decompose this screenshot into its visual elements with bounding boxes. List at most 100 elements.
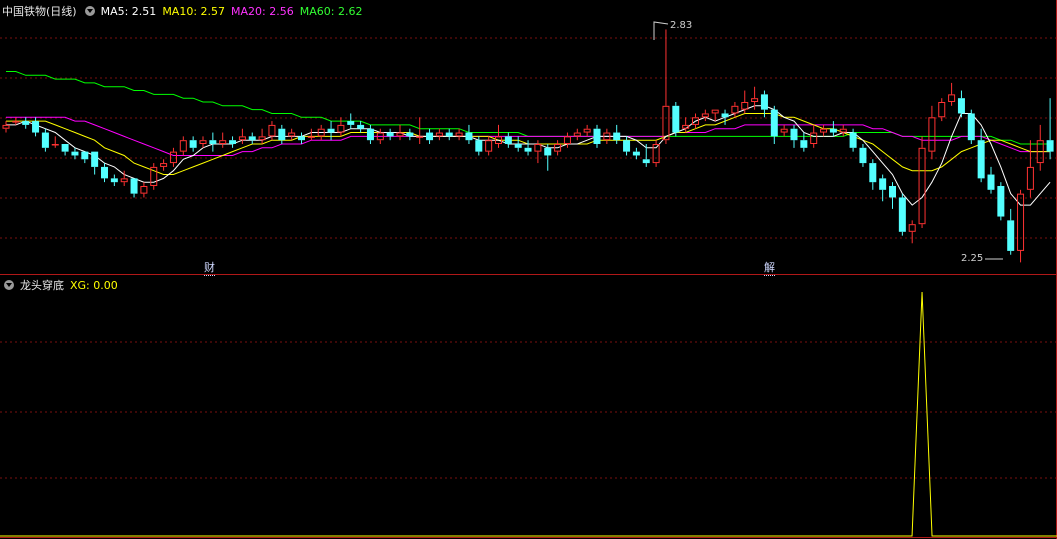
candle-body xyxy=(544,147,552,156)
candle-body xyxy=(829,128,837,133)
candle-body xyxy=(169,151,177,164)
candle-body xyxy=(790,128,798,141)
candle-body xyxy=(238,136,246,141)
low-price-label: 2.25 xyxy=(961,253,984,264)
candle-body xyxy=(869,163,877,183)
indicator-legend: 龙头穿底 XG: 0.00 xyxy=(2,277,124,293)
finance-event-marker[interactable]: 财 xyxy=(204,259,215,276)
candle-body xyxy=(593,128,601,144)
candle-body xyxy=(278,128,286,141)
candle-body xyxy=(140,186,148,194)
candle-body xyxy=(1046,140,1054,152)
candle-body xyxy=(248,136,256,141)
candle-body xyxy=(839,128,847,133)
candle-body xyxy=(91,151,99,167)
candle-body xyxy=(219,140,227,145)
candle-body xyxy=(672,105,680,133)
candle-body xyxy=(859,147,867,164)
candle-body xyxy=(337,124,345,133)
candle-body xyxy=(120,178,128,183)
candle-body xyxy=(357,124,365,129)
dropdown-icon[interactable] xyxy=(4,280,14,290)
candle-body xyxy=(967,113,975,141)
candle-body xyxy=(465,132,473,141)
candle-body xyxy=(61,144,69,152)
candle-body xyxy=(288,132,296,137)
candle-body xyxy=(770,109,778,137)
candle-body xyxy=(524,147,532,152)
candle-body xyxy=(12,121,20,123)
candle-body xyxy=(209,140,217,144)
chart-canvas xyxy=(0,0,1057,539)
high-price-label: 2.83 xyxy=(670,20,693,31)
candle-body xyxy=(199,140,207,145)
candle-body xyxy=(918,147,926,225)
ma20-label: MA20: 2.56 xyxy=(231,5,294,18)
candle-body xyxy=(416,136,424,138)
candle-body xyxy=(130,178,138,194)
candle-body xyxy=(721,113,729,118)
candle-body xyxy=(583,128,591,133)
candle-body xyxy=(455,132,463,137)
stock-title: 中国铁物(日线) xyxy=(2,5,77,18)
unlock-event-marker[interactable]: 解 xyxy=(764,259,775,276)
candle-body xyxy=(987,174,995,190)
candle-body xyxy=(642,159,650,164)
candle-body xyxy=(613,132,621,141)
candle-body xyxy=(81,151,89,160)
candle-body xyxy=(386,132,394,137)
candle-body xyxy=(366,128,374,141)
candle-body xyxy=(475,140,483,152)
candle-body xyxy=(800,140,808,148)
candle-body xyxy=(298,136,305,141)
candle-body xyxy=(632,151,640,156)
candle-body xyxy=(820,128,828,133)
candle-body xyxy=(731,105,739,114)
candle-body xyxy=(514,144,522,148)
candle-body xyxy=(504,136,512,144)
xg-label: XG: 0.00 xyxy=(70,279,118,292)
candle-body xyxy=(179,140,187,152)
candle-body xyxy=(485,140,493,152)
candle-body xyxy=(406,132,414,137)
candle-body xyxy=(711,109,719,114)
candle-body xyxy=(563,136,571,144)
candle-body xyxy=(534,144,542,152)
candle-body xyxy=(938,102,946,118)
candle-body xyxy=(229,140,237,144)
candle-body xyxy=(327,128,335,133)
candle-body xyxy=(22,121,30,125)
candle-body xyxy=(889,186,896,198)
candle-body xyxy=(760,94,768,110)
candle-body xyxy=(948,94,956,103)
candle-body xyxy=(701,113,709,118)
candle-body xyxy=(110,178,118,183)
candle-body xyxy=(751,98,759,102)
candle-body xyxy=(426,132,434,141)
candle-body xyxy=(396,132,404,137)
candle-body xyxy=(928,117,936,152)
candle-body xyxy=(435,132,443,137)
indicator-title: 龙头穿底 xyxy=(20,279,64,292)
dropdown-icon[interactable] xyxy=(84,6,95,16)
candle-body xyxy=(780,128,788,133)
candle-body xyxy=(71,151,79,156)
candle-body xyxy=(879,178,887,190)
candle-body xyxy=(849,132,857,148)
ma60-label: MA60: 2.62 xyxy=(299,5,363,18)
candle-body xyxy=(307,136,315,138)
candle-body xyxy=(908,224,916,232)
xg-line xyxy=(0,291,1057,537)
candle-body xyxy=(1026,166,1034,190)
ma5-label: MA5: 2.51 xyxy=(100,5,157,18)
candle-body xyxy=(741,102,749,110)
candle-body xyxy=(2,124,10,129)
main-legend: 中国铁物(日线) MA5: 2.51 MA10: 2.57 MA20: 2.56 MA6… xyxy=(2,3,368,19)
candle-body xyxy=(51,144,59,146)
candle-body xyxy=(1007,220,1015,251)
candle-body xyxy=(898,197,906,232)
candle-body xyxy=(160,163,168,167)
candle-body xyxy=(41,132,49,148)
candle-body xyxy=(997,186,1005,217)
candle-body xyxy=(101,166,108,179)
